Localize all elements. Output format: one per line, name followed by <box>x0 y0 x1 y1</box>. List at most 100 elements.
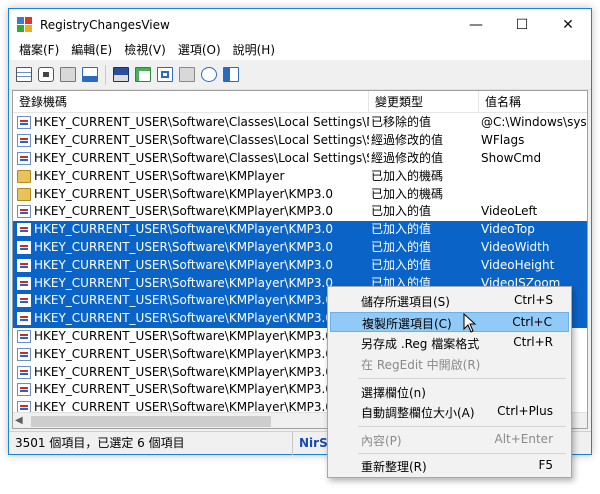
list-header: 登錄機碼 變更類型 值名稱 <box>13 91 587 113</box>
menu-open-in-regedit: 在 RegEdit 中開啟(R) <box>330 354 569 374</box>
registry-key-text: HKEY_CURRENT_USER\Software\Classes\Local… <box>34 133 369 148</box>
cell-change-type: 經過修改的值 <box>371 133 444 148</box>
exit-icon[interactable] <box>220 64 241 85</box>
menu-item-label: 另存成 .Reg 檔案格式 <box>361 337 480 351</box>
table-row[interactable]: HKEY_CURRENT_USER\Software\Classes\Local… <box>13 114 587 132</box>
menu-auto-size-columns[interactable]: 自動調整欄位大小(A) Ctrl+Plus <box>330 402 569 422</box>
registry-value-icon <box>17 205 31 219</box>
cell-registry-key: HKEY_CURRENT_USER\Software\KMPlayer\KMP3… <box>13 310 369 327</box>
cell-change-type: 已加入的值 <box>371 257 432 272</box>
snapshot-icon[interactable] <box>35 64 56 85</box>
menu-choose-columns[interactable]: 選擇欄位(n) <box>330 382 569 402</box>
compare-icon[interactable] <box>57 64 78 85</box>
registry-key-text: HKEY_CURRENT_USER\Software\KMPlayer <box>34 168 285 183</box>
menu-separator <box>358 453 566 454</box>
registry-key-text: HKEY_CURRENT_USER\Software\KMPlayer\KMP3… <box>34 293 333 308</box>
registry-key-text: HKEY_CURRENT_USER\Software\KMPlayer\KMP3… <box>34 311 333 326</box>
column-header-change-type[interactable]: 變更類型 <box>369 91 479 113</box>
menu-edit[interactable]: 編輯(E) <box>65 40 118 60</box>
properties-icon[interactable] <box>176 64 197 85</box>
table-row[interactable]: HKEY_CURRENT_USER\Software\KMPlayer\KMP3… <box>13 238 587 257</box>
registry-key-icon <box>17 187 31 201</box>
table-row[interactable]: HKEY_CURRENT_USER\Software\KMPlayer\KMP3… <box>13 203 587 221</box>
menu-help[interactable]: 說明(H) <box>227 40 281 60</box>
table-row[interactable]: HKEY_CURRENT_USER\Software\KMPlayer\KMP3… <box>13 185 587 203</box>
table-row[interactable]: HKEY_CURRENT_USER\Software\KMPlayer\KMP3… <box>13 220 587 239</box>
export-icon[interactable] <box>154 64 175 85</box>
cell-registry-key: HKEY_CURRENT_USER\Software\Classes\Local… <box>13 150 369 167</box>
cell-registry-key: HKEY_CURRENT_USER\Software\KMPlayer\KMP3… <box>13 186 369 203</box>
find-icon[interactable] <box>198 64 219 85</box>
registry-value-icon <box>17 116 31 130</box>
table-row[interactable]: HKEY_CURRENT_USER\Software\KMPlayer 已加入的機… <box>13 167 587 185</box>
registry-key-text: HKEY_CURRENT_USER\Software\Classes\Local… <box>34 115 369 130</box>
registry-value-icon <box>17 223 31 237</box>
cell-change-type: 已加入的機碼 <box>371 186 444 201</box>
menu-save-selected[interactable]: 儲存所選項目(S) Ctrl+S <box>330 291 569 311</box>
menu-item-label: 選擇欄位(n) <box>361 386 426 400</box>
cell-registry-key: HKEY_CURRENT_USER\Software\KMPlayer\KMP3… <box>13 346 369 363</box>
menu-item-shortcut: Ctrl+C <box>512 315 552 329</box>
menu-item-shortcut: Ctrl+S <box>513 293 553 307</box>
minimize-button[interactable]: — <box>453 9 499 40</box>
cell-registry-key: HKEY_CURRENT_USER\Software\KMPlayer\KMP3… <box>13 364 369 381</box>
registry-value-icon <box>17 312 31 326</box>
column-header-value-name[interactable]: 值名稱 <box>479 91 587 113</box>
menu-options[interactable]: 選項(O) <box>172 40 227 60</box>
registry-key-icon <box>17 169 31 183</box>
registry-value-icon <box>17 258 31 272</box>
copy-icon[interactable] <box>132 64 153 85</box>
cell-value-name: VideoTop <box>481 222 535 237</box>
cell-registry-key: HKEY_CURRENT_USER\Software\KMPlayer\KMP3… <box>13 399 369 412</box>
cell-registry-key: HKEY_CURRENT_USER\Software\KMPlayer\KMP3… <box>13 203 369 220</box>
cell-change-type: 已加入的值 <box>371 222 432 237</box>
registry-value-icon <box>17 365 31 379</box>
registry-key-text: HKEY_CURRENT_USER\Software\KMPlayer\KMP3… <box>34 222 333 237</box>
close-button[interactable]: ✕ <box>545 9 591 40</box>
menu-view[interactable]: 檢視(V) <box>118 40 172 60</box>
menu-item-label: 在 RegEdit 中開啟(R) <box>361 358 481 372</box>
cell-registry-key: HKEY_CURRENT_USER\Software\KMPlayer\KMP3… <box>13 257 369 274</box>
registry-value-icon <box>17 383 31 397</box>
menu-item-label: 重新整理(R) <box>361 460 427 474</box>
registry-key-text: HKEY_CURRENT_USER\Software\KMPlayer\KMP3… <box>34 275 333 290</box>
menu-save-as-reg[interactable]: 另存成 .Reg 檔案格式 Ctrl+R <box>330 333 569 353</box>
menu-item-shortcut: Ctrl+R <box>513 335 553 349</box>
registry-key-text: HKEY_CURRENT_USER\Software\KMPlayer\KMP3… <box>34 257 333 272</box>
cell-change-type: 已移除的值 <box>371 115 432 130</box>
save-icon[interactable] <box>110 64 131 85</box>
cell-registry-key: HKEY_CURRENT_USER\Software\KMPlayer\KMP3… <box>13 275 369 292</box>
title-bar[interactable]: RegistryChangesView — ☐ ✕ <box>9 9 591 40</box>
table-row[interactable]: HKEY_CURRENT_USER\Software\Classes\Local… <box>13 132 587 150</box>
registry-value-icon <box>17 294 31 308</box>
menu-item-shortcut: Alt+Enter <box>494 432 553 446</box>
maximize-button[interactable]: ☐ <box>499 9 545 40</box>
refresh-icon[interactable] <box>79 64 100 85</box>
cell-value-name: VideoWidth <box>481 239 550 254</box>
menu-separator <box>358 378 566 379</box>
menu-separator <box>358 426 566 427</box>
cell-change-type: 經過修改的值 <box>371 150 444 165</box>
registry-key-text: HKEY_CURRENT_USER\Software\KMPlayer\KMP3… <box>34 239 333 254</box>
registry-value-icon <box>17 276 31 290</box>
scroll-left-icon[interactable]: ◀ <box>15 415 23 426</box>
table-row[interactable]: HKEY_CURRENT_USER\Software\KMPlayer\KMP3… <box>13 256 587 275</box>
mouse-cursor-icon <box>463 313 477 333</box>
menu-bar: 檔案(F) 編輯(E) 檢視(V) 選項(O) 說明(H) <box>9 40 591 60</box>
toolbar <box>9 60 591 90</box>
menu-item-label: 內容(P) <box>361 434 402 448</box>
menu-refresh[interactable]: 重新整理(R) F5 <box>330 456 569 476</box>
cell-registry-key: HKEY_CURRENT_USER\Software\Classes\Local… <box>13 114 369 131</box>
menu-copy-selected[interactable]: 複製所選項目(C) Ctrl+C <box>330 312 569 332</box>
registry-value-icon <box>17 401 31 412</box>
column-header-key[interactable]: 登錄機碼 <box>13 91 369 113</box>
scrollbar-thumb[interactable] <box>31 416 271 427</box>
cell-change-type: 已加入的值 <box>371 239 432 254</box>
menu-file[interactable]: 檔案(F) <box>13 40 65 60</box>
registry-key-text: HKEY_CURRENT_USER\Software\Classes\Local… <box>34 150 369 165</box>
cell-value-name: ShowCmd <box>481 150 542 165</box>
load-icon[interactable] <box>13 64 34 85</box>
registry-value-icon <box>17 240 31 254</box>
table-row[interactable]: HKEY_CURRENT_USER\Software\Classes\Local… <box>13 150 587 168</box>
registry-key-text: HKEY_CURRENT_USER\Software\KMPlayer\KMP3… <box>34 364 333 379</box>
